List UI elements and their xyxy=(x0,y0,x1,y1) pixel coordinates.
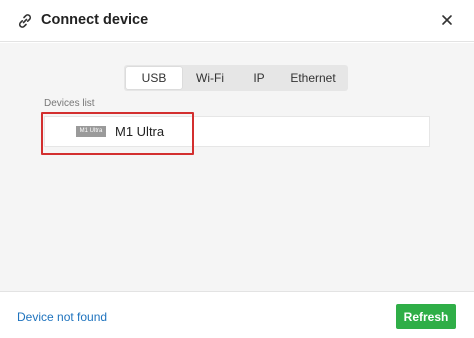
tab-ethernet[interactable]: Ethernet xyxy=(280,67,346,89)
device-name: M1 Ultra xyxy=(115,124,165,139)
connect-device-dialog: Connect device USB Wi-Fi IP Ethernet Dev… xyxy=(0,0,474,338)
tab-wifi[interactable]: Wi-Fi xyxy=(182,67,238,89)
devices-list-label: Devices list xyxy=(44,98,95,109)
tab-usb[interactable]: USB xyxy=(126,67,182,89)
connection-type-tabs: USB Wi-Fi IP Ethernet xyxy=(124,65,348,91)
device-list-item[interactable]: M1 Ultra M1 Ultra xyxy=(44,116,430,147)
close-icon[interactable] xyxy=(440,13,454,27)
dialog-footer: Device not found Refresh xyxy=(0,291,474,338)
device-not-found-link[interactable]: Device not found xyxy=(17,310,107,324)
device-thumbnail: M1 Ultra xyxy=(76,126,106,137)
refresh-button[interactable]: Refresh xyxy=(396,304,456,329)
link-icon xyxy=(18,14,32,28)
dialog-title: Connect device xyxy=(41,12,149,28)
dialog-header: Connect device xyxy=(0,0,474,42)
dialog-body: USB Wi-Fi IP Ethernet Devices list M1 Ul… xyxy=(0,43,474,291)
tab-ip[interactable]: IP xyxy=(238,67,280,89)
